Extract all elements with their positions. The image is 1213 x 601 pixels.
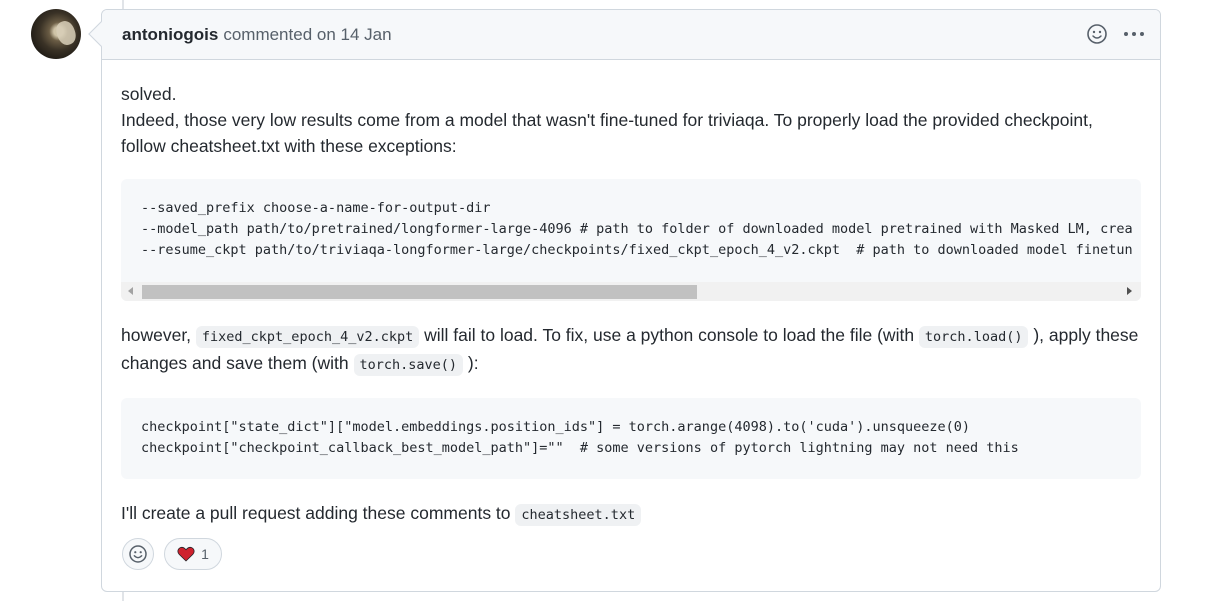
reactions-bar: 1 <box>122 538 222 570</box>
text: I'll create a pull request adding these … <box>121 503 516 523</box>
inline-code: fixed_ckpt_epoch_4_v2.ckpt <box>195 326 420 348</box>
kebab-horizontal-icon[interactable] <box>1122 22 1146 46</box>
text: changes and save them (with <box>121 353 354 373</box>
code-line: checkpoint["checkpoint_callback_best_mod… <box>141 440 1019 456</box>
scroll-right-icon[interactable] <box>1127 287 1132 295</box>
comment-box: antoniogois commented on 14 Jan solved. … <box>101 9 1161 592</box>
comment-body: solved. Indeed, those very low results c… <box>102 60 1160 528</box>
smiley-icon[interactable] <box>1085 22 1109 46</box>
inline-code: torch.load() <box>918 326 1029 348</box>
text: ): <box>463 353 479 373</box>
scrollbar-thumb[interactable] <box>142 285 697 299</box>
text: however, <box>121 325 196 345</box>
text: ), apply these <box>1028 325 1139 345</box>
paragraph-however: however, fixed_ckpt_epoch_4_v2.ckpt will… <box>121 322 1141 378</box>
comment-header: antoniogois commented on 14 Jan <box>102 10 1160 60</box>
scroll-left-icon[interactable] <box>128 287 133 295</box>
horizontal-scrollbar[interactable] <box>121 282 1141 301</box>
code-line: --resume_ckpt path/to/triviaqa-longforme… <box>141 242 1133 258</box>
inline-code: cheatsheet.txt <box>515 504 642 526</box>
paragraph-follow: follow cheatsheet.txt with these excepti… <box>121 136 457 156</box>
paragraph-explanation: Indeed, those very low results come from… <box>121 110 1093 130</box>
paragraph-pull-request: I'll create a pull request adding these … <box>121 500 1141 528</box>
code-line: checkpoint["state_dict"]["model.embeddin… <box>141 419 971 435</box>
comment-timestamp[interactable]: commented on 14 Jan <box>223 25 391 45</box>
code-line: --saved_prefix choose-a-name-for-output-… <box>141 200 491 216</box>
code-block-args: --saved_prefix choose-a-name-for-output-… <box>121 179 1141 301</box>
heart-icon <box>177 546 195 562</box>
reaction-count: 1 <box>201 546 209 562</box>
heart-reaction-button[interactable]: 1 <box>164 538 222 570</box>
avatar[interactable] <box>31 9 81 59</box>
inline-code: torch.save() <box>353 354 464 376</box>
add-reaction-button[interactable] <box>122 538 154 570</box>
comment-author[interactable]: antoniogois <box>122 25 218 45</box>
code-line: --model_path path/to/pretrained/longform… <box>141 221 1133 237</box>
add-reaction-icon <box>129 545 147 563</box>
text: will fail to load. To fix, use a python … <box>419 325 919 345</box>
paragraph-solved: solved. <box>121 84 177 104</box>
code-block-checkpoint: checkpoint["state_dict"]["model.embeddin… <box>121 398 1141 479</box>
comment-actions <box>1085 22 1146 46</box>
